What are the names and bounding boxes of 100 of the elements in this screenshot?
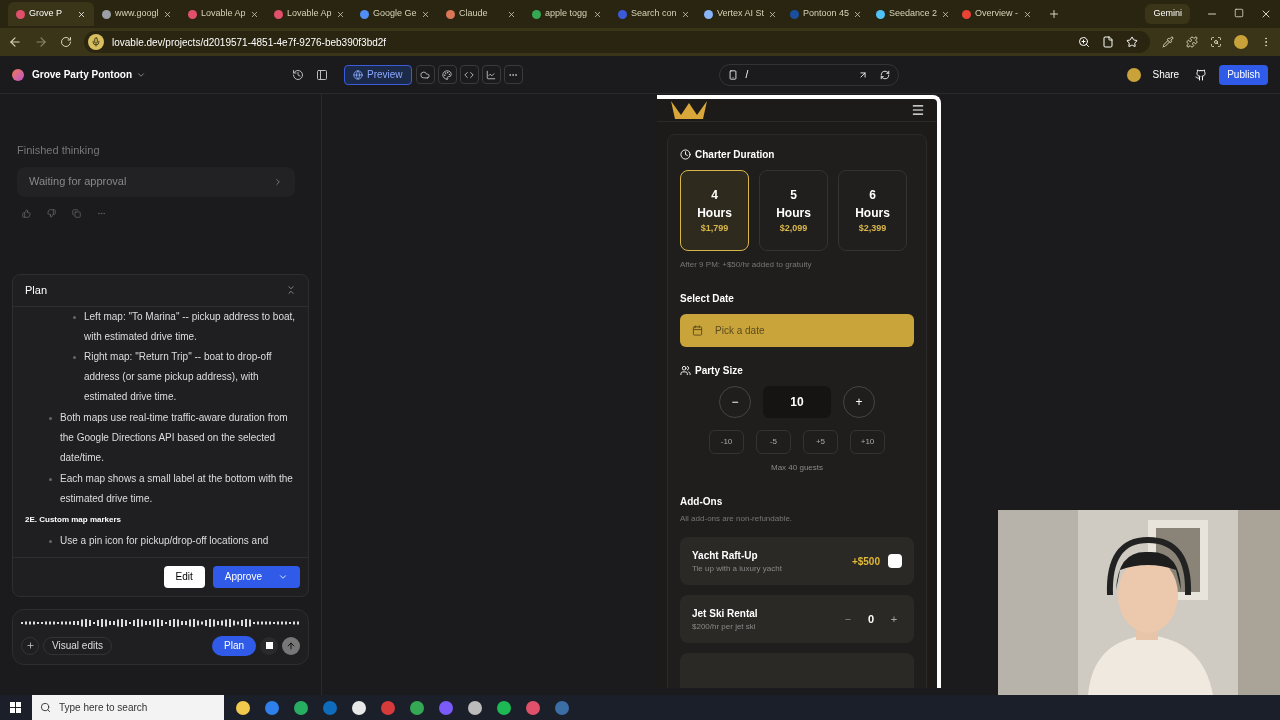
- close-icon[interactable]: [1260, 8, 1272, 20]
- globe-icon: [353, 69, 363, 80]
- approval-row[interactable]: Waiting for approval: [17, 166, 295, 197]
- clock-icon: [680, 149, 691, 160]
- addons-note: All add-ons are non-refundable.: [680, 513, 794, 525]
- back-icon[interactable]: [8, 35, 22, 49]
- browser-tab[interactable]: Lovable Ap: [180, 2, 266, 26]
- history-icon[interactable]: [292, 68, 304, 81]
- decrement-button[interactable]: −: [840, 610, 856, 628]
- pipette-icon[interactable]: [1162, 36, 1174, 48]
- edit-button[interactable]: Edit: [163, 565, 205, 588]
- project-name[interactable]: Grove Party Pontoon: [32, 67, 132, 82]
- menu-icon[interactable]: [911, 103, 925, 117]
- plan-heading: 2E. Custom map markers: [25, 513, 123, 526]
- thumbs-up-icon[interactable]: [22, 208, 31, 218]
- section-title: Charter Duration: [695, 148, 775, 162]
- profile-icon[interactable]: [1234, 35, 1248, 49]
- duration-note: After 9 PM: +$50/hr added to gratuity: [680, 259, 813, 271]
- cloud-icon[interactable]: [415, 65, 435, 84]
- windows-start-icon[interactable]: [10, 702, 21, 713]
- lens-icon[interactable]: [1210, 36, 1222, 48]
- mic-icon[interactable]: [88, 34, 104, 50]
- publish-button[interactable]: Publish: [1219, 64, 1268, 85]
- taskbar-app-icon[interactable]: [294, 700, 308, 715]
- approve-button[interactable]: Approve: [212, 565, 300, 588]
- close-icon[interactable]: [680, 9, 690, 19]
- increment-button[interactable]: +: [886, 610, 902, 628]
- prompt-box[interactable]: Visual edits Plan: [12, 608, 309, 665]
- chart-icon[interactable]: [481, 65, 501, 84]
- close-icon[interactable]: [77, 9, 86, 19]
- close-icon[interactable]: [1023, 9, 1032, 19]
- code-icon[interactable]: [459, 65, 479, 84]
- browser-tab[interactable]: Grove P: [8, 2, 94, 26]
- taskbar-app-icon[interactable]: [236, 700, 250, 715]
- close-icon[interactable]: [941, 9, 951, 19]
- close-icon[interactable]: [507, 9, 516, 19]
- preview-tab[interactable]: Preview: [344, 64, 412, 85]
- plan-bullet: Right map: "Return Trip" -- boat to drop-off address (or same pickup address), with estimated drive time.: [84, 349, 273, 404]
- refresh-icon[interactable]: [879, 69, 890, 80]
- quick-adjust-button[interactable]: +10: [850, 430, 885, 454]
- addon-checkbox[interactable]: [888, 554, 902, 568]
- browser-tab[interactable]: Lovable Ap: [266, 2, 352, 26]
- extensions-icon[interactable]: [1186, 36, 1198, 48]
- avatar-icon[interactable]: [1126, 67, 1141, 82]
- browser-tab[interactable]: www.googl: [94, 2, 180, 26]
- bullet-icon: [73, 315, 76, 319]
- quick-adjust-button[interactable]: -5: [756, 430, 791, 454]
- browser-tab[interactable]: Pontoon 45: [782, 2, 868, 26]
- taskbar-app-icon[interactable]: [352, 700, 366, 715]
- browser-tab[interactable]: Claude: [438, 2, 524, 26]
- close-icon[interactable]: [335, 9, 345, 19]
- tab-title: Seedance 2: [889, 7, 938, 21]
- maximize-icon[interactable]: [1234, 8, 1244, 18]
- addon-price: +$500: [851, 554, 880, 569]
- address-field[interactable]: lovable.dev/projects/d2019571-4851-4e7f-9276-beb390f3bd2f: [84, 31, 1150, 53]
- close-icon[interactable]: [421, 9, 430, 19]
- zoom-icon[interactable]: [1078, 36, 1090, 48]
- duration-option[interactable]: 6 Hours $2,399: [838, 170, 907, 251]
- search-icon: [40, 702, 51, 713]
- sidebar-icon[interactable]: [316, 68, 328, 81]
- bookmark-icon[interactable]: [1126, 36, 1138, 48]
- taskbar-app-icon[interactable]: [497, 700, 511, 715]
- reload-icon[interactable]: [60, 36, 72, 48]
- close-icon[interactable]: [853, 9, 863, 19]
- collapse-icon[interactable]: [286, 285, 296, 295]
- browser-tab[interactable]: apple togg: [524, 2, 610, 26]
- plan-mode-button[interactable]: Plan: [212, 635, 256, 656]
- taskbar-app-icon[interactable]: [410, 700, 424, 715]
- addon-count: 0: [866, 611, 876, 627]
- taskbar-search-field[interactable]: Type here to search: [32, 695, 224, 720]
- open-external-icon[interactable]: [857, 69, 868, 80]
- quick-adjust-button[interactable]: +5: [803, 430, 838, 454]
- browser-tab[interactable]: Search con: [610, 2, 696, 26]
- palette-icon[interactable]: [437, 65, 457, 84]
- browser-tab[interactable]: Overview -: [954, 2, 1040, 26]
- stop-icon[interactable]: [260, 636, 278, 655]
- phone-icon[interactable]: [727, 69, 738, 80]
- thumbs-down-icon[interactable]: [47, 208, 56, 218]
- gemini-button[interactable]: Gemini: [1145, 4, 1190, 24]
- share-button[interactable]: Share: [1148, 67, 1184, 82]
- browser-tab[interactable]: Seedance 2: [868, 2, 954, 26]
- close-icon[interactable]: [593, 9, 602, 19]
- close-icon[interactable]: [163, 9, 172, 19]
- close-icon[interactable]: [249, 9, 259, 19]
- close-icon[interactable]: [768, 9, 778, 19]
- browser-tab[interactable]: Google Ge: [352, 2, 438, 26]
- send-icon[interactable]: [282, 636, 300, 655]
- date-picker-button[interactable]: Pick a date: [680, 314, 914, 347]
- duration-option[interactable]: 5 Hours $2,099: [759, 170, 828, 251]
- quick-adjust-button[interactable]: -10: [709, 430, 744, 454]
- plan-bullet: Each map shows a small label at the bottom with the estimated drive time.: [60, 471, 294, 506]
- page-icon[interactable]: [1102, 36, 1114, 48]
- more-icon[interactable]: [503, 65, 523, 84]
- duration-option[interactable]: 4 Hours $1,799: [680, 170, 749, 251]
- tab-title: Google Ge: [373, 7, 417, 21]
- github-icon[interactable]: [1195, 68, 1208, 81]
- taskbar-app-icon[interactable]: [468, 700, 482, 715]
- browser-tab[interactable]: Vertex AI St: [696, 2, 782, 26]
- new-tab-icon[interactable]: [1048, 8, 1060, 20]
- tab-title: Lovable Ap: [201, 7, 246, 21]
